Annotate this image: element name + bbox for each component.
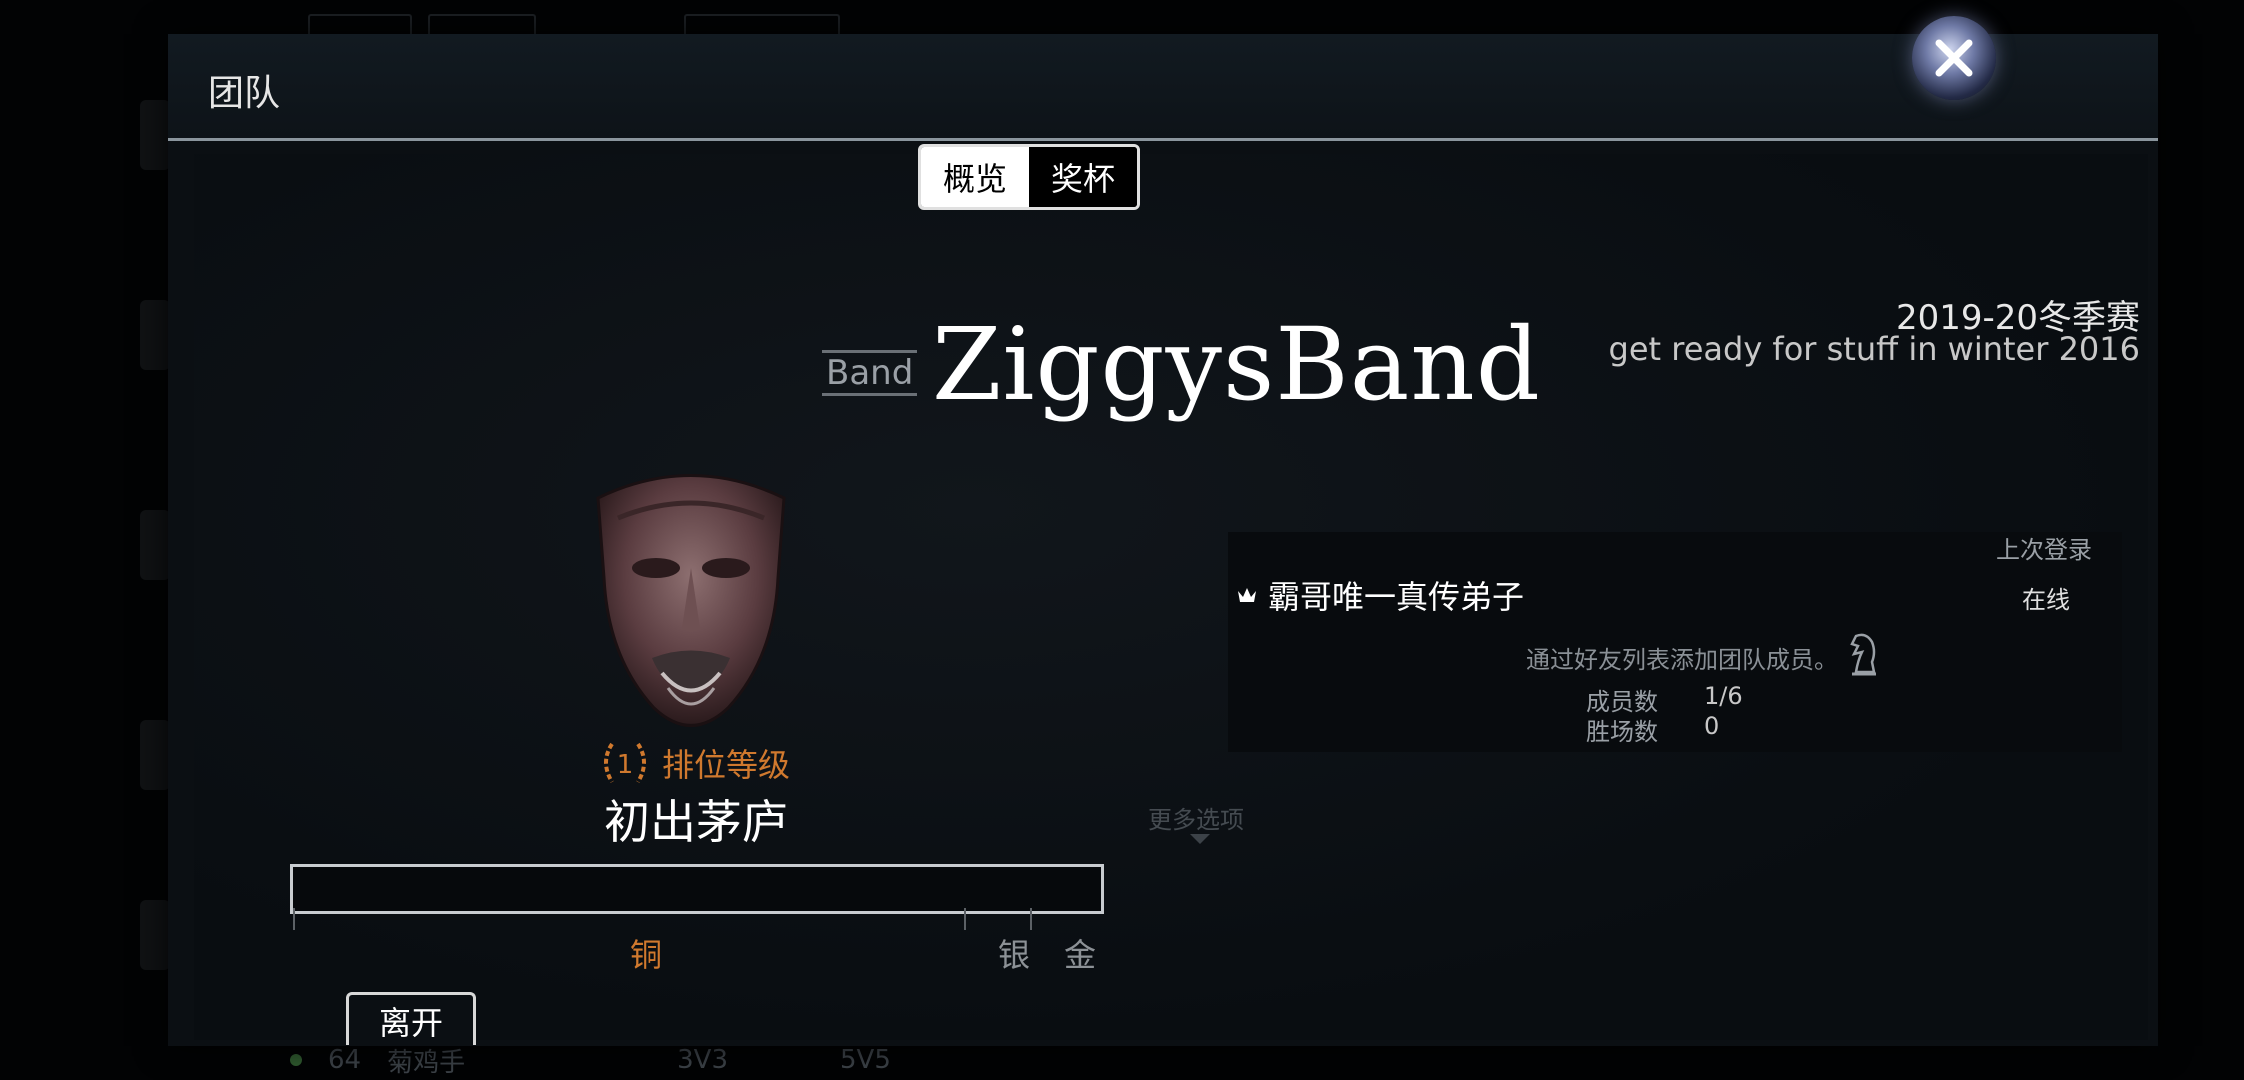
rank-laurel-icon: 1	[604, 742, 646, 784]
bg-side-icon-2	[140, 300, 170, 370]
more-options-button[interactable]: 更多选项	[1148, 800, 1244, 835]
knight-chess-icon[interactable]	[1846, 628, 1882, 678]
close-icon	[1935, 39, 1973, 77]
tick-bronze	[293, 908, 295, 930]
dialog-header: 团队	[168, 34, 2158, 141]
last-login-header: 上次登录	[1996, 536, 2092, 564]
dialog-title: 团队	[208, 73, 281, 114]
wins-value: 0	[1704, 712, 1720, 740]
bg-player-level: 64	[328, 1045, 362, 1075]
tab-trophies[interactable]: 奖杯	[1029, 147, 1137, 207]
bg-mode-3v3: 3V3	[677, 1045, 728, 1075]
member-status: 在线	[2022, 586, 2070, 614]
bg-side-icon-4	[140, 720, 170, 790]
member-name: 霸哥唯一真传弟子	[1268, 578, 1525, 616]
rank-name: 初出茅庐	[604, 795, 788, 849]
rank-mask-emblem-icon	[596, 474, 786, 727]
member-row[interactable]: 霸哥唯一真传弟子	[1236, 572, 1524, 618]
team-prefix: Band	[822, 350, 918, 396]
add-member-hint: 通过好友列表添加团队成员。	[1526, 646, 1838, 674]
bg-mode-5v5: 5V5	[839, 1045, 891, 1075]
tier-gold: 金	[1064, 936, 1097, 974]
tick-gold	[1030, 908, 1032, 930]
team-name: ZiggysBand	[932, 306, 1541, 423]
tick-silver	[964, 908, 966, 930]
rank-number: 1	[617, 750, 634, 780]
rank-label-row: 1 排位等级	[596, 734, 790, 792]
tier-silver: 银	[998, 936, 1031, 974]
season-subtitle: get ready for stuff in winter 2016	[1608, 330, 2140, 368]
rank-label: 排位等级	[662, 746, 791, 784]
rank-progress-bar	[290, 864, 1104, 914]
bg-side-icon-5	[140, 900, 170, 970]
tab-bar: 概览 奖杯	[918, 144, 1140, 210]
bg-online-dot	[290, 1054, 302, 1066]
tier-bronze: 铜	[630, 936, 663, 974]
close-button[interactable]	[1912, 16, 1996, 100]
members-count-value: 1/6	[1704, 682, 1743, 710]
chevron-down-icon[interactable]	[1190, 834, 1210, 844]
tab-overview[interactable]: 概览	[921, 147, 1029, 207]
bg-player-name: 菊鸡手	[387, 1047, 466, 1078]
bg-side-icon-3	[140, 510, 170, 580]
bg-player-row: 64 菊鸡手 3V3 5V5	[290, 1040, 891, 1080]
leave-button[interactable]: 离开	[346, 992, 476, 1045]
wins-label: 胜场数	[1586, 718, 1658, 746]
crown-icon	[1238, 588, 1256, 602]
bg-side-icon-1	[140, 100, 170, 170]
